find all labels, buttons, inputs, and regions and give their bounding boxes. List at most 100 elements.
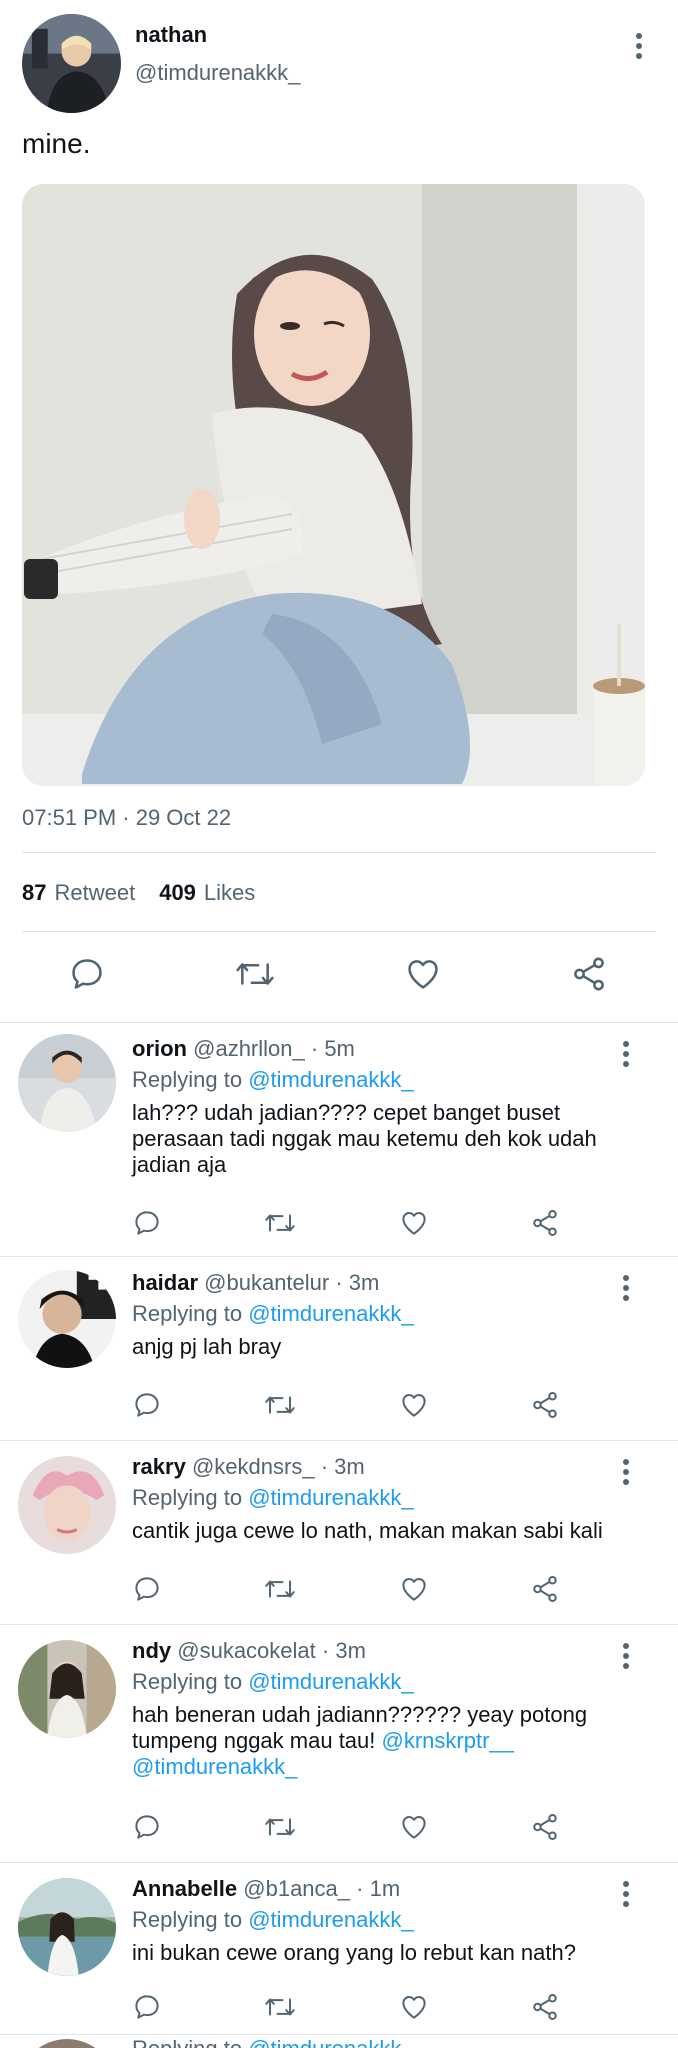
more-icon[interactable] — [614, 1454, 638, 1490]
reply-item[interactable]: ndy @sukacokelat · 3m Replying to @timdu… — [0, 1626, 678, 1862]
share-icon[interactable] — [570, 955, 608, 993]
reply-time: · 3m — [320, 1454, 365, 1479]
likes-count: 409 — [159, 880, 196, 905]
reply-item[interactable]: Annabelle @b1anca_ · 1m Replying to @tim… — [0, 1864, 678, 2048]
reply-time: · 3m — [335, 1270, 380, 1295]
reply-item[interactable]: rakry @kekdnsrs_ · 3m Replying to @timdu… — [0, 1442, 678, 1624]
replying-to: Replying to @timdurenakkk_ — [132, 1907, 414, 1933]
divider — [0, 1862, 678, 1863]
reply-author-handle[interactable]: @bukantelur — [204, 1270, 329, 1295]
replying-to-label: Replying to — [132, 1301, 243, 1326]
author-avatar[interactable] — [22, 14, 121, 113]
share-icon[interactable] — [530, 1812, 560, 1842]
reply-author-name[interactable]: ndy — [132, 1638, 171, 1663]
reply-avatar[interactable] — [18, 1034, 116, 1132]
reply-actions — [132, 1574, 560, 1604]
like-icon[interactable] — [399, 1992, 429, 2022]
retweet-icon[interactable] — [263, 1812, 297, 1842]
reply-icon[interactable] — [68, 955, 106, 993]
reply-author-handle[interactable]: @b1anca_ — [243, 1876, 350, 1901]
tweet-timestamp[interactable]: 07:51 PM · 29 Oct 22 — [22, 805, 231, 831]
likes-label: Likes — [203, 880, 256, 905]
replying-to-mention[interactable]: @timdurenakkk_ — [248, 1485, 413, 1510]
reply-avatar[interactable] — [18, 1640, 116, 1738]
reply-text: anjg pj lah bray — [132, 1334, 282, 1359]
replying-to: Replying to @timdurenakkk_ — [132, 1669, 414, 1695]
reply-author-name[interactable]: Annabelle — [132, 1876, 237, 1901]
replying-to-label: Replying to — [132, 2036, 242, 2048]
reply-avatar[interactable] — [18, 2039, 116, 2048]
divider — [0, 2034, 678, 2035]
more-icon[interactable] — [614, 1876, 638, 1912]
retweet-icon[interactable] — [263, 1208, 297, 1238]
tweet-photo[interactable] — [22, 184, 645, 786]
like-icon[interactable] — [399, 1812, 429, 1842]
replying-to: Replying to @timdurenakkk_ — [132, 2036, 414, 2048]
author-name[interactable]: nathan — [135, 22, 207, 48]
replying-to-mention[interactable]: @timdurenakkk_ — [248, 2036, 413, 2048]
replying-to: Replying to @timdurenakkk_ — [132, 1485, 414, 1511]
retweet-icon[interactable] — [263, 1390, 297, 1420]
like-icon[interactable] — [399, 1208, 429, 1238]
tweet-stats: 87 Retweet 409 Likes — [22, 880, 255, 906]
reply-author-name[interactable]: orion — [132, 1036, 187, 1061]
reply-item[interactable]: haidar @bukantelur · 3m Replying to @tim… — [0, 1258, 678, 1440]
reply-author-handle[interactable]: @sukacokelat — [177, 1638, 316, 1663]
reply-icon[interactable] — [132, 1574, 162, 1604]
reply-header: haidar @bukantelur · 3m — [132, 1270, 379, 1296]
reply-author-handle[interactable]: @kekdnsrs_ — [192, 1454, 315, 1479]
reply-actions — [132, 1992, 560, 2022]
replying-to-label: Replying to — [132, 1067, 243, 1092]
reply-text: lah??? udah jadian???? cepet banget buse… — [132, 1100, 597, 1177]
reply-avatar[interactable] — [18, 1878, 116, 1976]
reply-avatar[interactable] — [18, 1270, 116, 1368]
like-icon[interactable] — [404, 955, 442, 993]
retweet-icon[interactable] — [263, 1992, 297, 2022]
divider — [0, 1440, 678, 1441]
author-handle[interactable]: @timdurenakkk_ — [135, 60, 300, 86]
retweet-count: 87 — [22, 880, 47, 905]
retweet-stat[interactable]: 87 Retweet — [22, 880, 135, 906]
reply-icon[interactable] — [132, 1812, 162, 1842]
divider — [0, 1624, 678, 1625]
more-icon[interactable] — [627, 28, 651, 64]
share-icon[interactable] — [530, 1574, 560, 1604]
reply-header: rakry @kekdnsrs_ · 3m — [132, 1454, 365, 1480]
reply-header: orion @azhrllon_ · 5m — [132, 1036, 355, 1062]
reply-author-name[interactable]: rakry — [132, 1454, 186, 1479]
reply-author-name[interactable]: haidar — [132, 1270, 198, 1295]
reply-icon[interactable] — [132, 1992, 162, 2022]
replying-to: Replying to @timdurenakkk_ — [132, 1301, 414, 1327]
divider — [0, 1256, 678, 1257]
retweet-icon[interactable] — [263, 1574, 297, 1604]
like-icon[interactable] — [399, 1390, 429, 1420]
like-icon[interactable] — [399, 1574, 429, 1604]
share-icon[interactable] — [530, 1390, 560, 1420]
reply-header: ndy @sukacokelat · 3m — [132, 1638, 366, 1664]
share-icon[interactable] — [530, 1992, 560, 2022]
reply-actions — [132, 1390, 560, 1420]
more-icon[interactable] — [614, 1036, 638, 1072]
reply-header: Annabelle @b1anca_ · 1m — [132, 1876, 400, 1902]
replying-to-label: Replying to — [132, 1485, 243, 1510]
replying-to-mention[interactable]: @timdurenakkk_ — [248, 1907, 413, 1932]
replying-to-mention[interactable]: @timdurenakkk_ — [248, 1669, 413, 1694]
reply-icon[interactable] — [132, 1390, 162, 1420]
likes-stat[interactable]: 409 Likes — [159, 880, 255, 906]
reply-icon[interactable] — [132, 1208, 162, 1238]
reply-actions — [132, 1208, 560, 1238]
divider — [0, 1022, 678, 1023]
more-icon[interactable] — [614, 1270, 638, 1306]
reply-author-handle[interactable]: @azhrllon_ — [193, 1036, 305, 1061]
more-icon[interactable] — [614, 1638, 638, 1674]
replying-to-label: Replying to — [132, 1669, 243, 1694]
reply-avatar[interactable] — [18, 1456, 116, 1554]
retweet-icon[interactable] — [234, 955, 276, 993]
replying-to-label: Replying to — [132, 1907, 243, 1932]
replying-to-mention[interactable]: @timdurenakkk_ — [248, 1067, 413, 1092]
replying-to-mention[interactable]: @timdurenakkk_ — [248, 1301, 413, 1326]
reply-item[interactable]: orion @azhrllon_ · 5m Replying to @timdu… — [0, 1024, 678, 1256]
share-icon[interactable] — [530, 1208, 560, 1238]
replying-to: Replying to @timdurenakkk_ — [132, 1067, 414, 1093]
reply-time: · 5m — [310, 1036, 355, 1061]
